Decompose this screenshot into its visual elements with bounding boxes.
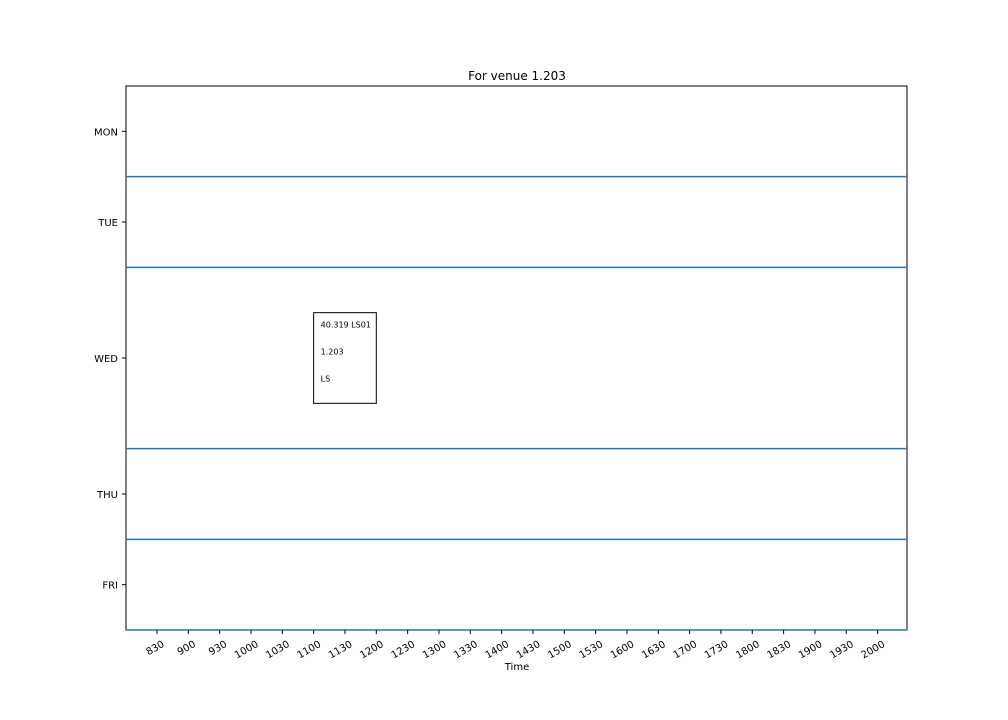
x-tick-label: 1030 — [264, 639, 292, 661]
x-tick-label: 1630 — [640, 639, 668, 661]
x-tick-label: 2000 — [860, 639, 888, 661]
y-tick-label: MON — [94, 127, 118, 138]
x-tick-label: 900 — [176, 639, 198, 658]
x-tick-label: 1530 — [578, 639, 606, 661]
x-tick-label: 1200 — [358, 639, 386, 661]
x-tick-label: 930 — [207, 639, 229, 658]
x-tick-label: 1230 — [390, 639, 418, 661]
chart-title: For venue 1.203 — [468, 69, 566, 83]
event-label: LS — [321, 375, 331, 384]
event-label: 1.203 — [321, 348, 344, 357]
x-tick-label: 1730 — [703, 639, 731, 661]
x-tick-label: 1930 — [828, 639, 856, 661]
x-tick-label: 830 — [144, 639, 166, 658]
x-tick-label: 1700 — [672, 639, 700, 661]
x-tick-label: 1130 — [327, 639, 355, 661]
plot-frame — [125, 85, 908, 631]
plot-area: MON TUE WED THU FRI 830 900 930 1000 1030 1100 1130… — [94, 85, 908, 661]
x-axis-label: Time — [504, 662, 529, 673]
x-tick-label: 1400 — [484, 639, 512, 661]
x-tick-label: 1900 — [797, 639, 825, 661]
x-tick-label: 1330 — [452, 639, 480, 661]
y-tick-label: WED — [94, 354, 118, 365]
y-tick-label: TUE — [97, 218, 118, 229]
x-tick-label: 1300 — [421, 639, 449, 661]
x-tick-label: 1000 — [233, 639, 261, 661]
y-tick-label: FRI — [102, 581, 118, 592]
x-tick-label: 1600 — [609, 639, 637, 661]
x-tick-label: 1100 — [296, 639, 324, 661]
timetable-chart: For venue 1.203 MON TUE WED THU FRI 830 900 930… — [94, 69, 908, 673]
x-tick-label: 1800 — [734, 639, 762, 661]
event-label: 40.319 LS01 — [321, 321, 371, 330]
y-tick-label: THU — [96, 490, 118, 501]
x-tick-label: 1430 — [515, 639, 543, 661]
x-tick-label: 1500 — [546, 639, 574, 661]
x-tick-label: 1830 — [766, 639, 794, 661]
